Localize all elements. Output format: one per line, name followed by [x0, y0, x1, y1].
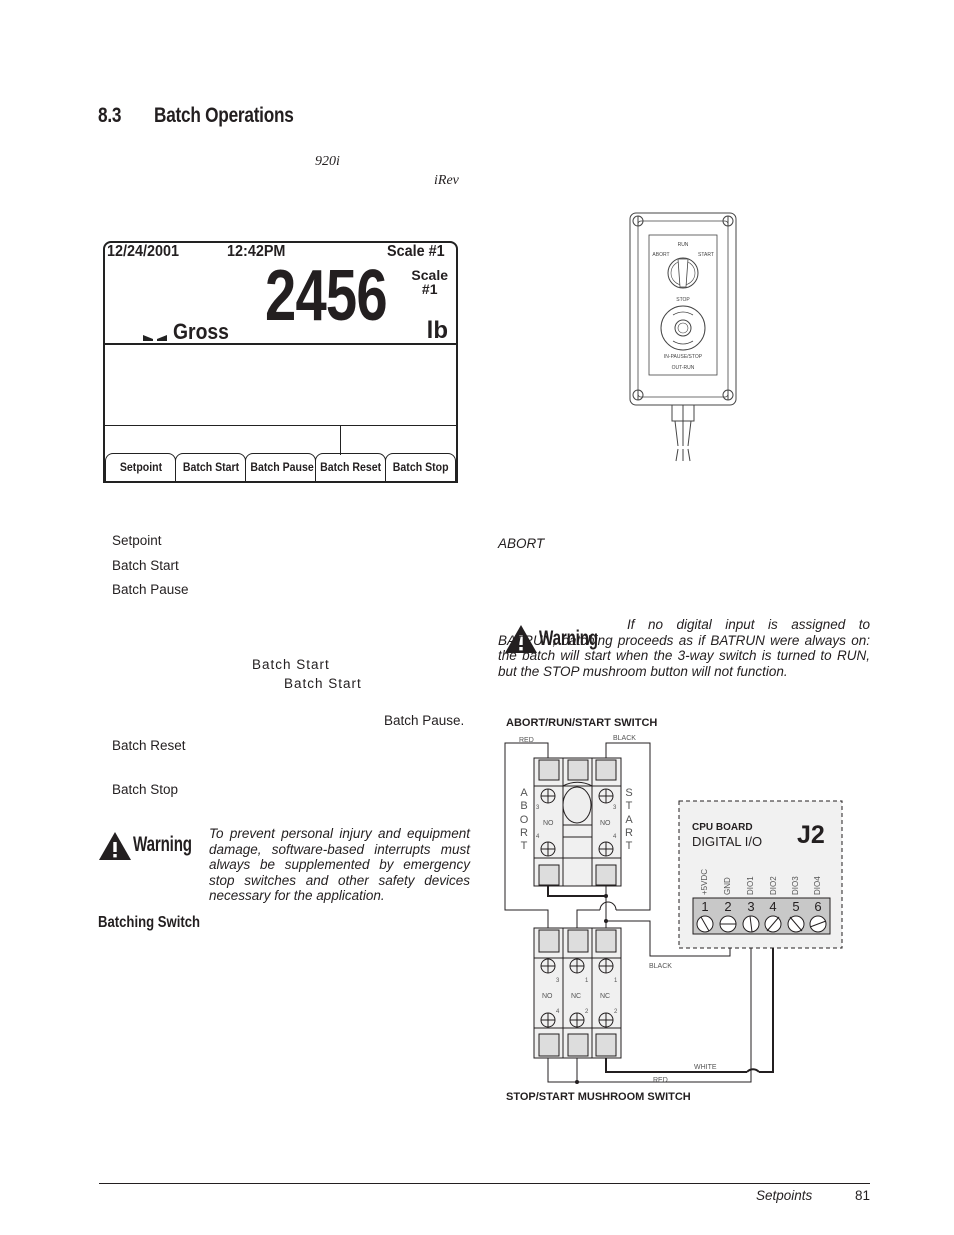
pin-number: 2 [724, 899, 731, 914]
pin-name: DIO2 [769, 876, 778, 895]
abort-letter: O [520, 814, 529, 826]
pin-name: DIO1 [746, 876, 755, 895]
softkey-label: Batch Reset [319, 460, 381, 474]
pin-name: +5VDC [700, 869, 709, 895]
lcd-mode: Gross [173, 319, 229, 344]
start-letter: S [625, 787, 632, 799]
subsection-title: Batching Switch [98, 914, 201, 931]
cpu-board: CPU BOARD DIGITAL I/O J2 +5VDC GND DIO1 … [678, 800, 843, 949]
switch-label-abort: ABORT [652, 252, 669, 258]
digital-io-label: DIGITAL I/O [692, 834, 762, 849]
softkey-label: Batch Stop [392, 460, 449, 474]
warning-triangle-icon [99, 832, 131, 860]
start-letter: T [626, 840, 633, 852]
connector-label: J2 [797, 821, 825, 849]
warning-label: Warning [133, 833, 192, 856]
lcd-scale-small-line1: Scale [411, 267, 448, 283]
pin-number: 1 [701, 899, 708, 914]
softkey-label: Batch Pause [250, 460, 314, 474]
batching-switch-illustration: RUN ABORT START STOP IN-PAUSE/STOP OUT-R… [629, 212, 737, 462]
softkey-label: Setpoint [119, 460, 162, 474]
stop-start-mushroom-switch: 3 1 1 4 2 2 NO NC NC [533, 927, 622, 1059]
software-name: iRev [434, 173, 459, 188]
warning-text: If no digital input is assigned to BATRU… [498, 617, 870, 679]
terminal-block [692, 897, 831, 935]
softkey-batch-pause[interactable]: Batch Pause [244, 453, 317, 481]
footer-rule [99, 1183, 870, 1184]
ref-batch-start-1: Batch Start [252, 657, 330, 672]
lcd-scale-small: Scale #1 [411, 268, 448, 296]
cpu-board-label: CPU BOARD [692, 822, 753, 833]
pin-name: DIO3 [791, 876, 800, 895]
softkey-setpoint[interactable]: Setpoint [105, 453, 177, 481]
start-letters: S T A R T [625, 787, 633, 852]
footer-chapter: Setpoints [756, 1188, 813, 1203]
switch-label-start: START [698, 252, 714, 258]
abort-letter: A [520, 787, 528, 799]
lcd-divider [105, 425, 456, 426]
lcd-weight-area: 12/24/2001 12:42PM Scale #1 2456 Scale #… [105, 243, 456, 345]
def-batch-stop: Batch Stop [112, 782, 179, 797]
ref-batch-pause: Batch Pause. [384, 713, 465, 728]
lcd-date: 12/24/2001 [107, 243, 180, 260]
def-batch-reset: Batch Reset [112, 738, 186, 753]
no-label: NO [543, 820, 554, 827]
pin-number: 6 [814, 899, 821, 914]
abort-letter: T [521, 840, 528, 852]
lcd-scale-label: Scale #1 [387, 243, 445, 260]
nc-label: NC [600, 993, 610, 1000]
start-letter: T [626, 800, 633, 812]
softkey-batch-reset[interactable]: Batch Reset [314, 453, 387, 481]
bottom-switch-title: STOP/START MUSHROOM SWITCH [506, 1091, 691, 1103]
def-batch-pause: Batch Pause [112, 582, 189, 597]
nc-label: NC [571, 993, 581, 1000]
wire-label-red: RED [653, 1077, 668, 1084]
start-letter: A [625, 814, 633, 826]
standstill-icon [143, 335, 167, 341]
def-batch-start: Batch Start [112, 558, 179, 573]
wiring-diagram: ABORT/RUN/START SWITCH RED BLACK 3 4 3 4… [504, 717, 843, 1103]
wire-junction [604, 919, 608, 923]
section-title: Batch Operations [154, 104, 294, 127]
pin-name: DIO4 [813, 876, 822, 895]
model-name: 920i [315, 154, 340, 169]
footer-page-number: 81 [855, 1188, 871, 1203]
pin-number: 5 [792, 899, 799, 914]
abort-reference: ABORT [498, 536, 545, 551]
softkey-bar: Setpoint Batch Start Batch Pause Batch R… [105, 453, 457, 481]
switch-label-run: RUN [678, 242, 689, 248]
softkey-batch-start[interactable]: Batch Start [174, 453, 247, 481]
def-setpoint: Setpoint [112, 533, 162, 548]
abort-letters: A B O R T [520, 787, 529, 852]
wire-label-white: WHITE [694, 1064, 717, 1071]
switch-label-in-pause-stop: IN-PAUSE/STOP [664, 354, 703, 360]
softkey-batch-stop[interactable]: Batch Stop [384, 453, 457, 481]
abort-letter: B [520, 800, 527, 812]
switch-label-stop: STOP [676, 297, 690, 303]
pin-number: 4 [769, 899, 776, 914]
wire-junction [604, 894, 608, 898]
abort-letter: R [520, 827, 528, 839]
lcd-display: 12/24/2001 12:42PM Scale #1 2456 Scale #… [103, 241, 458, 483]
lcd-scale-small-line2: #1 [421, 281, 438, 297]
wire-junction [575, 1080, 579, 1084]
softkey-label: Batch Start [182, 460, 239, 474]
no-label: NO [542, 993, 553, 1000]
wire-label-black: BLACK [649, 963, 672, 970]
top-switch-title: ABORT/RUN/START SWITCH [506, 717, 657, 729]
section-number: 8.3 [98, 104, 122, 127]
switch-label-out-run: OUT-RUN [672, 365, 695, 371]
no-label: NO [600, 820, 611, 827]
start-letter: R [625, 827, 633, 839]
lcd-unit: lb [426, 317, 448, 344]
warning-text: To prevent personal injury and equipment… [209, 826, 470, 903]
pin-name: GND [723, 877, 732, 895]
wire-label-black: BLACK [613, 735, 636, 742]
lcd-vertical-divider [340, 425, 341, 455]
lcd-weight-value: 2456 [265, 256, 388, 336]
ref-batch-start-2: Batch Start [284, 676, 362, 691]
abort-run-start-switch: 3 4 3 4 NO NO [533, 757, 622, 887]
pin-number: 3 [747, 899, 754, 914]
